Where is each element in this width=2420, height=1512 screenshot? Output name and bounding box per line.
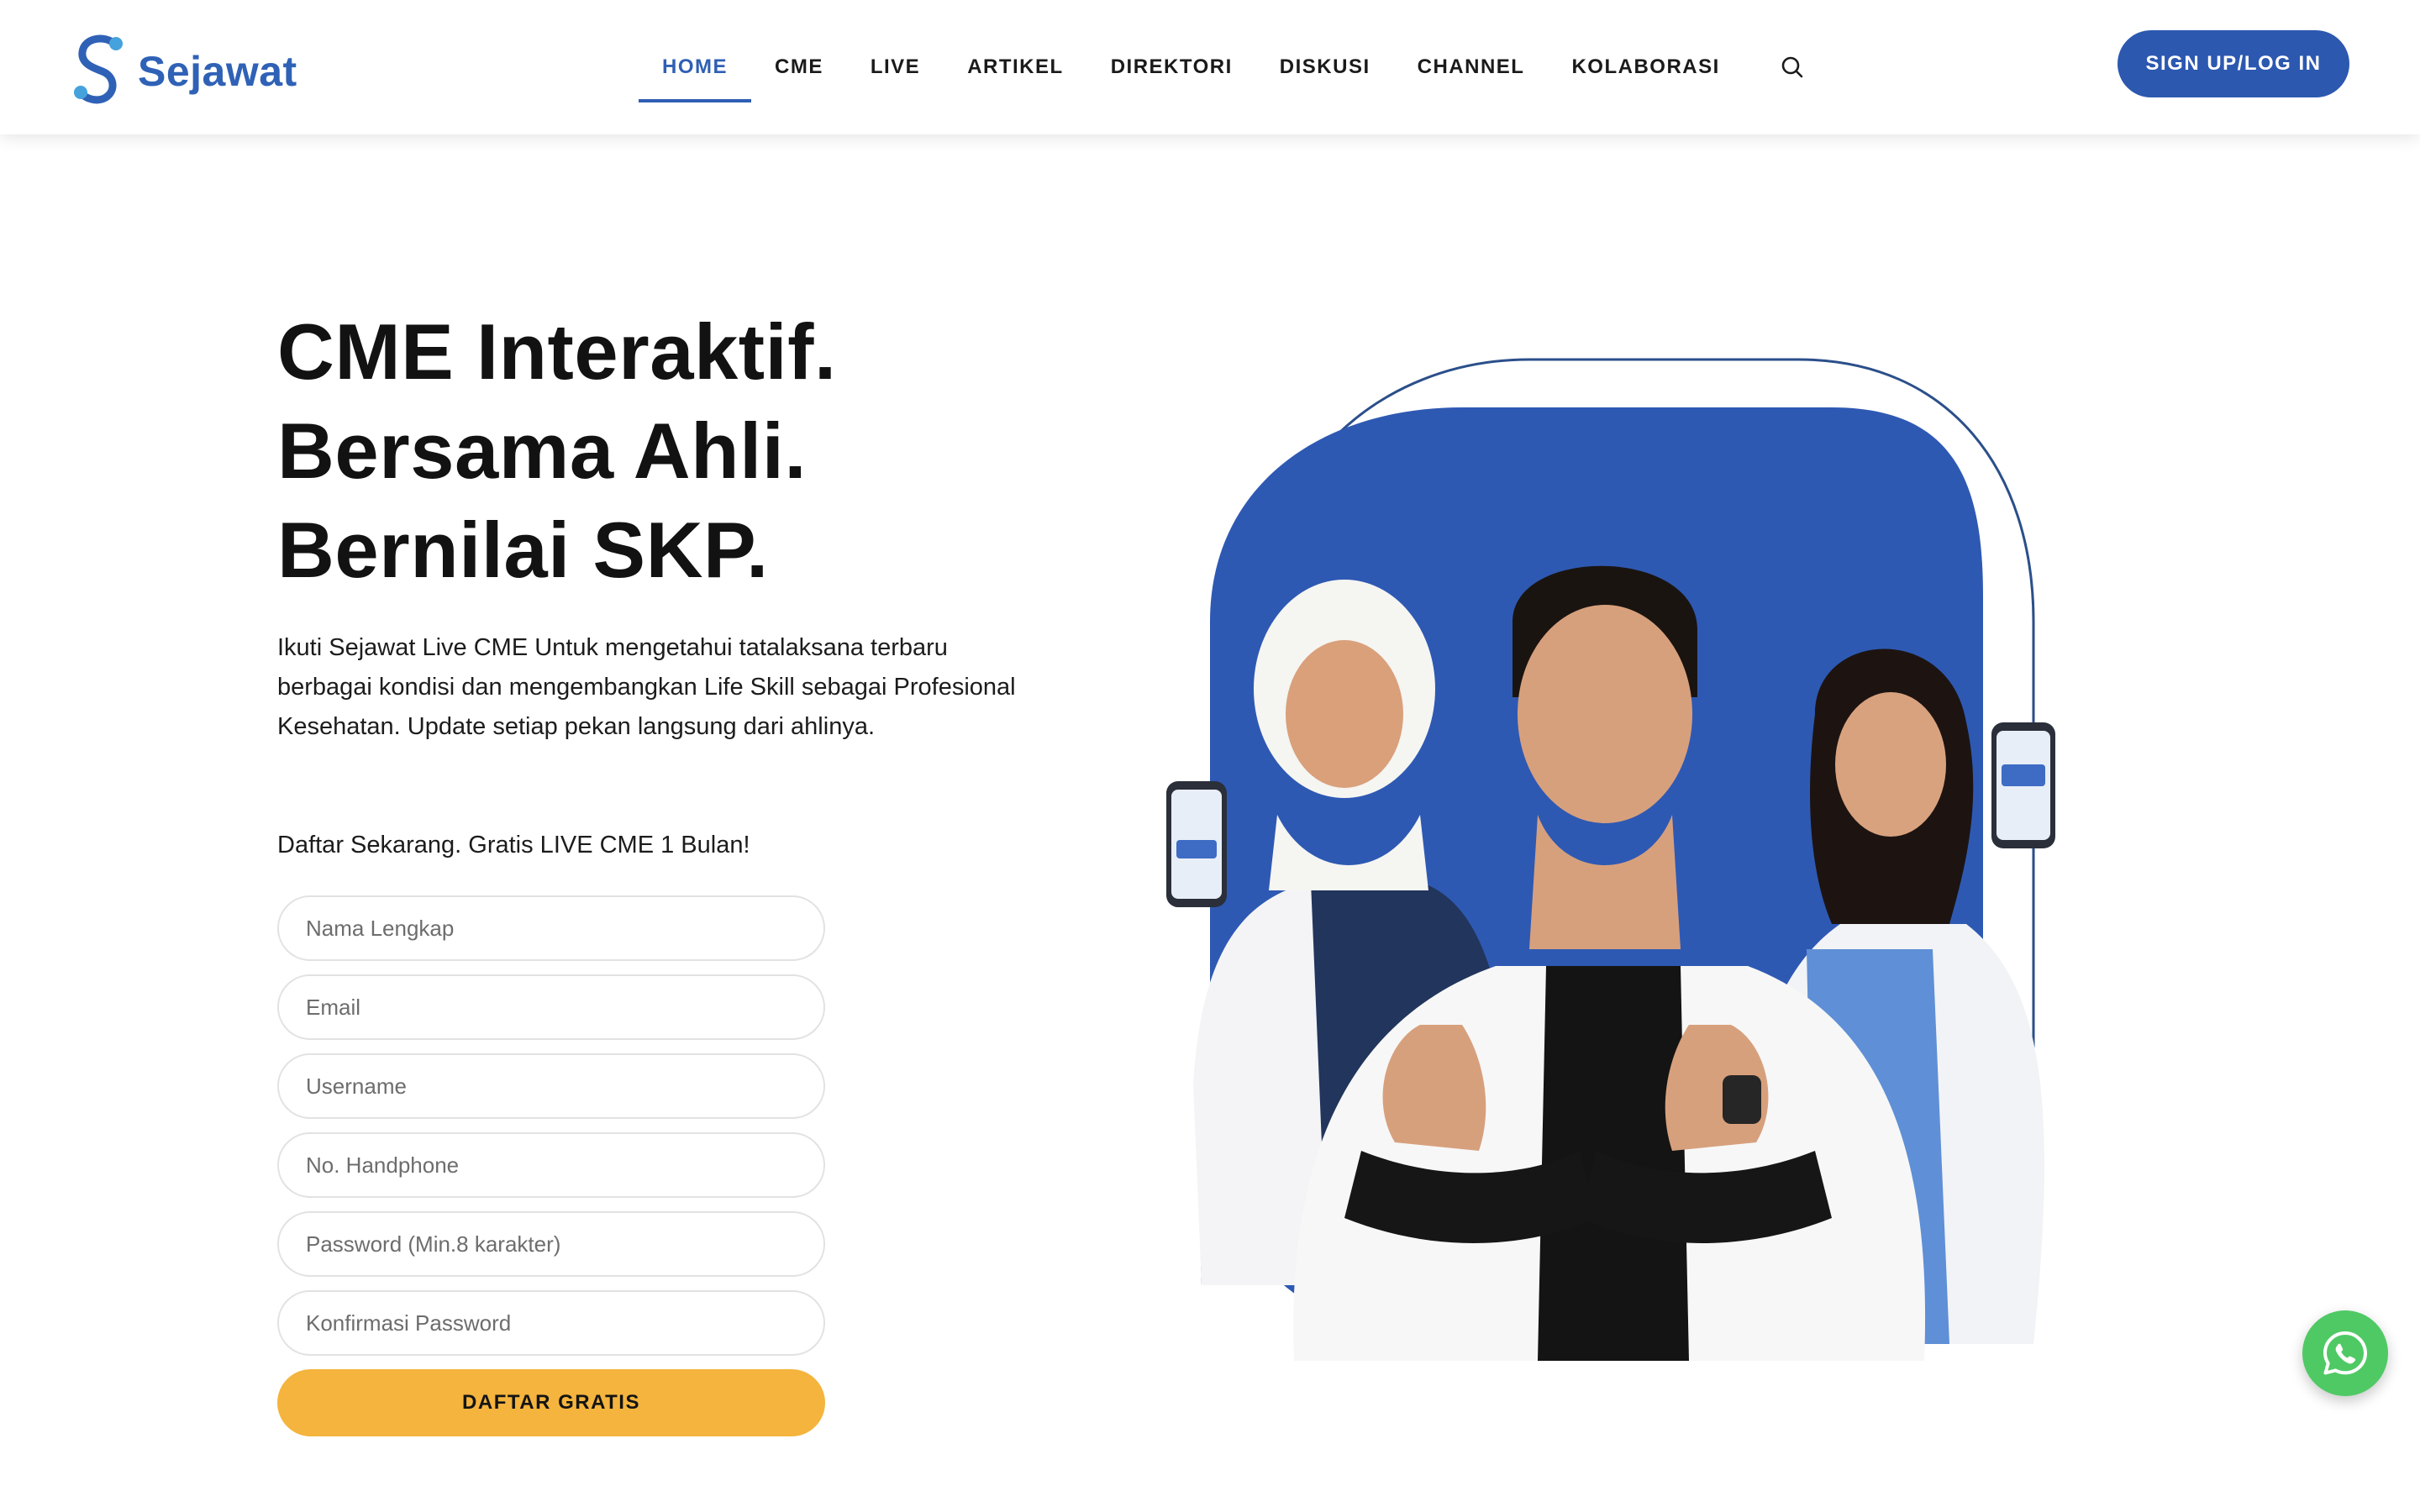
full-name-field[interactable] bbox=[277, 895, 825, 961]
hero-title-line: Bersama Ahli. bbox=[277, 407, 807, 495]
hero-title-line: Bernilai SKP. bbox=[277, 506, 769, 594]
email-field[interactable] bbox=[277, 974, 825, 1040]
nav-item-kolaborasi[interactable]: KOLABORASI bbox=[1548, 0, 1743, 134]
password-field[interactable] bbox=[277, 1211, 825, 1277]
main-nav: HOME CME LIVE ARTIKEL DIREKTORI DISKUSI … bbox=[639, 0, 1812, 134]
logo[interactable]: Sejawat bbox=[72, 32, 297, 111]
hero-title: CME Interaktif. Bersama Ahli. Bernilai S… bbox=[277, 302, 837, 600]
whatsapp-icon[interactable] bbox=[2302, 1310, 2388, 1396]
confirm-password-field[interactable] bbox=[277, 1290, 825, 1356]
logo-text: Sejawat bbox=[138, 48, 297, 95]
site-header: Sejawat HOME CME LIVE ARTIKEL DIREKTORI … bbox=[0, 0, 2420, 134]
search-icon[interactable] bbox=[1772, 47, 1812, 87]
username-field[interactable] bbox=[277, 1053, 825, 1119]
logo-mark-icon bbox=[74, 34, 123, 104]
nav-item-direktori[interactable]: DIREKTORI bbox=[1087, 0, 1256, 134]
nav-item-artikel[interactable]: ARTIKEL bbox=[944, 0, 1087, 134]
nav-item-cme[interactable]: CME bbox=[751, 0, 847, 134]
hero-cta-text: Daftar Sekarang. Gratis LIVE CME 1 Bulan… bbox=[277, 832, 750, 858]
phone-field[interactable] bbox=[277, 1132, 825, 1198]
signup-login-button[interactable]: SIGN UP/LOG IN bbox=[2118, 30, 2349, 97]
hero-title-line: CME Interaktif. bbox=[277, 307, 837, 396]
nav-item-channel[interactable]: CHANNEL bbox=[1394, 0, 1549, 134]
nav-item-diskusi[interactable]: DISKUSI bbox=[1256, 0, 1394, 134]
registration-form: DAFTAR GRATIS bbox=[277, 895, 825, 1436]
hero-description: Ikuti Sejawat Live CME Untuk mengetahui … bbox=[277, 634, 1016, 740]
hero-doctors-illustration bbox=[1143, 358, 2055, 1361]
register-free-button[interactable]: DAFTAR GRATIS bbox=[277, 1369, 825, 1436]
nav-item-home[interactable]: HOME bbox=[639, 0, 751, 134]
nav-item-live[interactable]: LIVE bbox=[847, 0, 944, 134]
